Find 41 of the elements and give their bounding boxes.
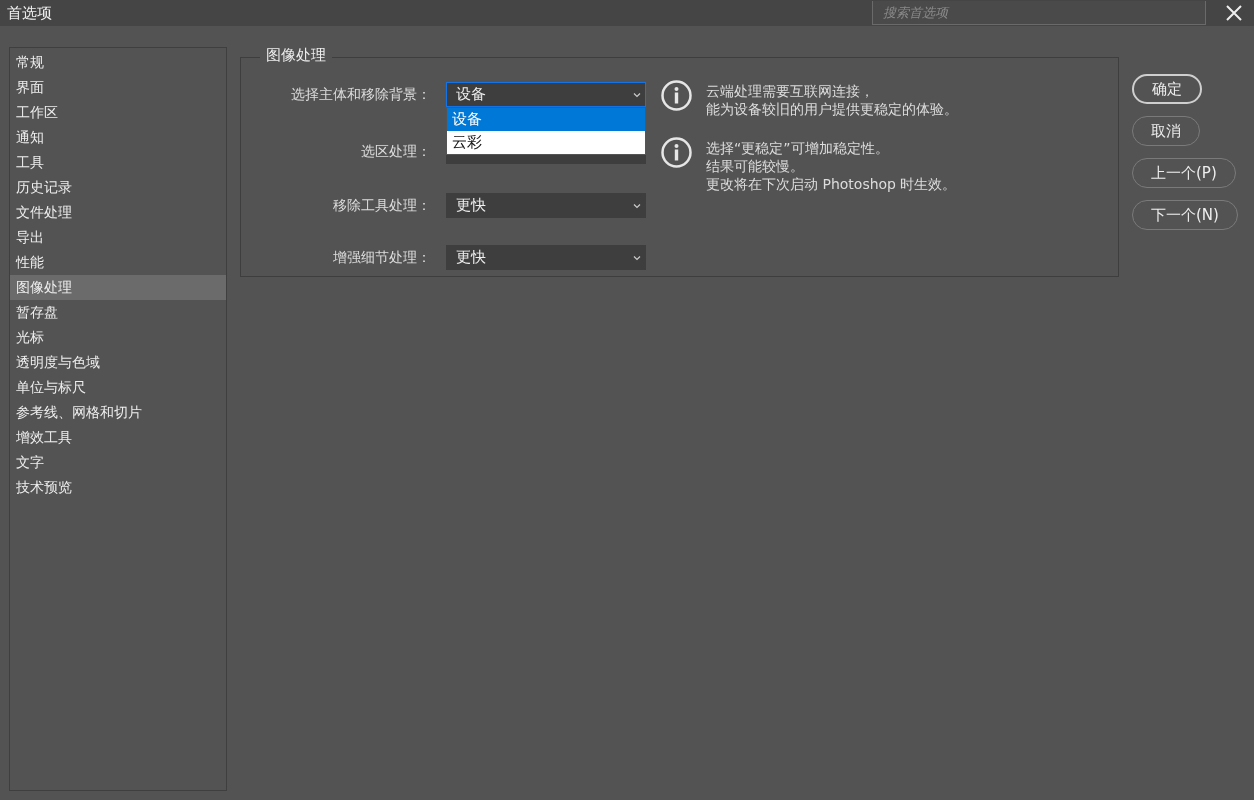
dropdown[interactable]: 设备 xyxy=(446,82,646,107)
category-item[interactable]: 透明度与色域 xyxy=(10,350,226,375)
window-title: 首选项 xyxy=(7,3,53,23)
info-icon xyxy=(661,137,692,168)
category-item[interactable]: 导出 xyxy=(10,225,226,250)
category-item[interactable]: 技术预览 xyxy=(10,475,226,500)
category-item[interactable]: 工具 xyxy=(10,150,226,175)
category-item[interactable]: 性能 xyxy=(10,250,226,275)
caret-icon xyxy=(633,91,641,98)
category-item[interactable]: 通知 xyxy=(10,125,226,150)
group-title: 图像处理 xyxy=(260,46,332,65)
info-text: 能为设备较旧的用户提供更稳定的体验。 xyxy=(706,100,958,118)
setting-label: 选择主体和移除背景： xyxy=(290,85,431,104)
setting-label: 选区处理： xyxy=(360,142,431,161)
category-item[interactable]: 常规 xyxy=(10,50,226,75)
close-icon[interactable] xyxy=(1226,5,1242,21)
category-item[interactable]: 参考线、网格和切片 xyxy=(10,400,226,425)
category-item[interactable]: 图像处理 xyxy=(10,275,226,300)
category-item[interactable]: 工作区 xyxy=(10,100,226,125)
category-item[interactable]: 暂存盘 xyxy=(10,300,226,325)
category-item[interactable]: 增效工具 xyxy=(10,425,226,450)
info-text: 更改将在下次启动 Photoshop 时生效。 xyxy=(706,175,957,193)
category-item[interactable]: 光标 xyxy=(10,325,226,350)
dialog-button[interactable]: 确定 xyxy=(1132,74,1202,104)
setting-label: 增强细节处理： xyxy=(332,248,431,267)
category-item[interactable]: 文字 xyxy=(10,450,226,475)
category-item[interactable]: 文件处理 xyxy=(10,200,226,225)
dropdown[interactable]: 更快 xyxy=(446,245,646,270)
category-item[interactable]: 历史记录 xyxy=(10,175,226,200)
dropdown[interactable]: 更快 xyxy=(446,193,646,218)
info-icon xyxy=(661,80,692,111)
info-text: 结果可能较慢。 xyxy=(706,157,805,175)
setting-label: 移除工具处理： xyxy=(332,196,431,215)
search-field[interactable]: 搜索首选项 xyxy=(872,1,1206,25)
dropdown-option[interactable]: 设备 xyxy=(447,108,645,131)
category-item[interactable]: 界面 xyxy=(10,75,226,100)
category-item[interactable]: 单位与标尺 xyxy=(10,375,226,400)
info-text: 云端处理需要互联网连接， xyxy=(706,82,875,100)
info-text: 选择“更稳定”可增加稳定性。 xyxy=(706,139,890,157)
caret-icon xyxy=(633,202,641,209)
caret-icon xyxy=(633,254,641,261)
